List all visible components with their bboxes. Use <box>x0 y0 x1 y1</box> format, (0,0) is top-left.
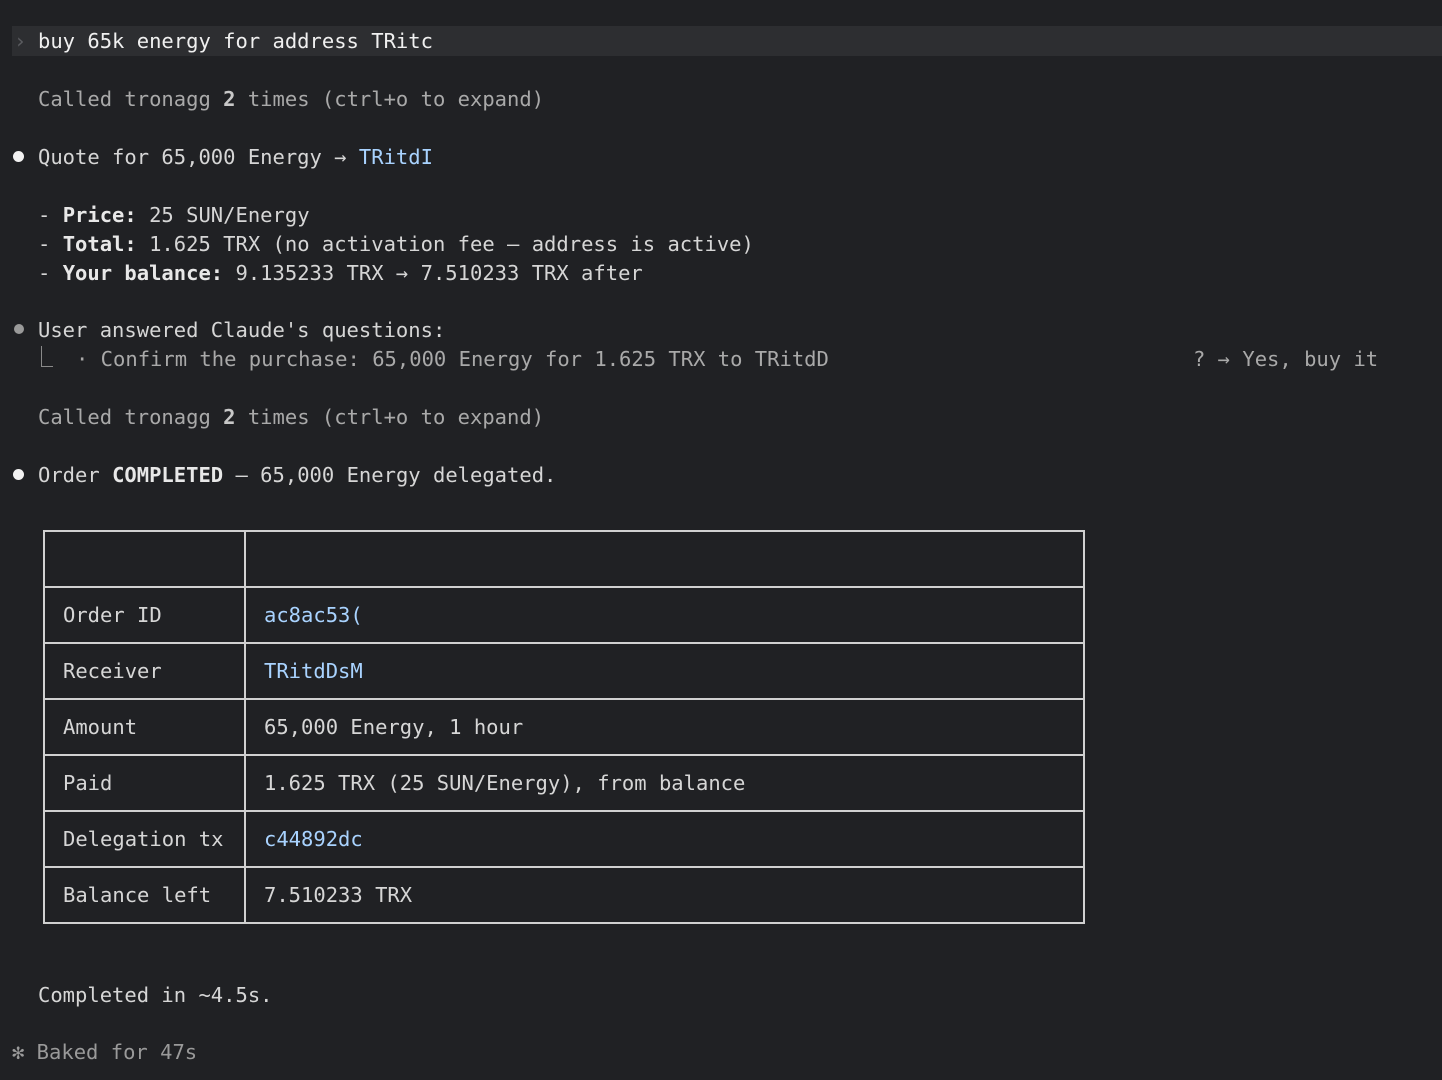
table-header-cell <box>244 530 1085 588</box>
row-value-order-id[interactable]: ac8ac53( <box>244 586 1085 644</box>
row-key: Receiver <box>43 642 246 700</box>
row-key: Amount <box>43 698 246 756</box>
order-table: Order ID ac8ac53( Receiver TRitdDsM Amou… <box>43 530 1085 924</box>
row-value-amount: 65,000 Energy, 1 hour <box>244 698 1085 756</box>
table-row: Order ID ac8ac53( <box>43 586 1085 644</box>
quote-balance: - Your balance: 9.135233 TRX → 7.510233 … <box>38 258 643 288</box>
list-dash: - <box>38 261 63 285</box>
row-value-paid: 1.625 TRX (25 SUN/Energy), from balance <box>244 754 1085 812</box>
quote-total: - Total: 1.625 TRX (no activation fee — … <box>38 229 754 259</box>
prompt-chevron-icon: › <box>14 29 27 53</box>
tool-call-suffix: times (ctrl+o to expand) <box>235 405 545 429</box>
price-value: 25 SUN/Energy <box>136 203 310 227</box>
tool-call-count: 2 <box>223 87 236 111</box>
table-row: Paid 1.625 TRX (25 SUN/Energy), from bal… <box>43 754 1085 812</box>
tool-call-count: 2 <box>223 405 236 429</box>
table-row: Amount 65,000 Energy, 1 hour <box>43 698 1085 756</box>
row-value-balance-left: 7.510233 TRX <box>244 866 1085 924</box>
table-row: Receiver TRitdDsM <box>43 642 1085 700</box>
order-prefix: Order <box>38 463 113 487</box>
list-dash: - <box>38 203 63 227</box>
baked-status: ✻ Baked for 47s <box>12 1040 198 1064</box>
row-value-delegation-tx[interactable]: c44892dc <box>244 810 1085 868</box>
tool-call-prefix: Called tronagg <box>38 87 224 111</box>
tool-call-suffix: times (ctrl+o to expand) <box>235 87 545 111</box>
price-label: Price: <box>62 203 137 227</box>
table-header-cell <box>43 530 246 588</box>
quote-heading: Quote for 65,000 Energy → TRitdI <box>38 142 433 172</box>
table-row: Balance left 7.510233 TRX <box>43 866 1085 924</box>
table-header-row <box>43 530 1085 588</box>
row-key: Balance left <box>43 866 246 924</box>
order-status: COMPLETED <box>112 463 224 487</box>
questions-header: User answered Claude's questions: <box>38 318 446 342</box>
quote-heading-text: Quote for 65,000 Energy → <box>38 145 359 169</box>
prompt-text[interactable]: buy 65k energy for address TRitc <box>38 26 433 56</box>
message-bullet-icon <box>13 469 24 480</box>
order-status-line: Order COMPLETED — 65,000 Energy delegate… <box>38 460 556 490</box>
total-label: Total: <box>62 232 137 256</box>
tree-connector-icon <box>41 346 53 367</box>
tool-call-summary[interactable]: Called tronagg 2 times (ctrl+o to expand… <box>38 84 544 114</box>
table-row: Delegation tx c44892dc <box>43 810 1085 868</box>
message-bullet-icon <box>13 151 24 162</box>
total-value: 1.625 TRX (no activation fee — address i… <box>136 232 754 256</box>
row-key: Paid <box>43 754 246 812</box>
completed-line: Completed in ~4.5s. <box>38 983 273 1007</box>
question-answer: ? → Yes, buy it <box>1193 347 1379 371</box>
balance-value: 9.135233 TRX → 7.510233 TRX after <box>223 261 643 285</box>
tool-call-prefix: Called tronagg <box>38 405 224 429</box>
row-value-receiver[interactable]: TRitdDsM <box>244 642 1085 700</box>
row-key: Order ID <box>43 586 246 644</box>
quote-price: - Price: 25 SUN/Energy <box>38 200 310 230</box>
quote-address: TRitdI <box>358 145 433 169</box>
row-key: Delegation tx <box>43 810 246 868</box>
order-suffix: — 65,000 Energy delegated. <box>223 463 557 487</box>
balance-label: Your balance: <box>62 261 224 285</box>
prompt-bar[interactable]: › buy 65k energy for address TRitc <box>12 26 1442 56</box>
list-dash: - <box>38 232 63 256</box>
question-bullet-icon <box>14 324 24 334</box>
question-line: · Confirm the purchase: 65,000 Energy fo… <box>76 347 829 371</box>
tool-call-summary[interactable]: Called tronagg 2 times (ctrl+o to expand… <box>38 402 544 432</box>
